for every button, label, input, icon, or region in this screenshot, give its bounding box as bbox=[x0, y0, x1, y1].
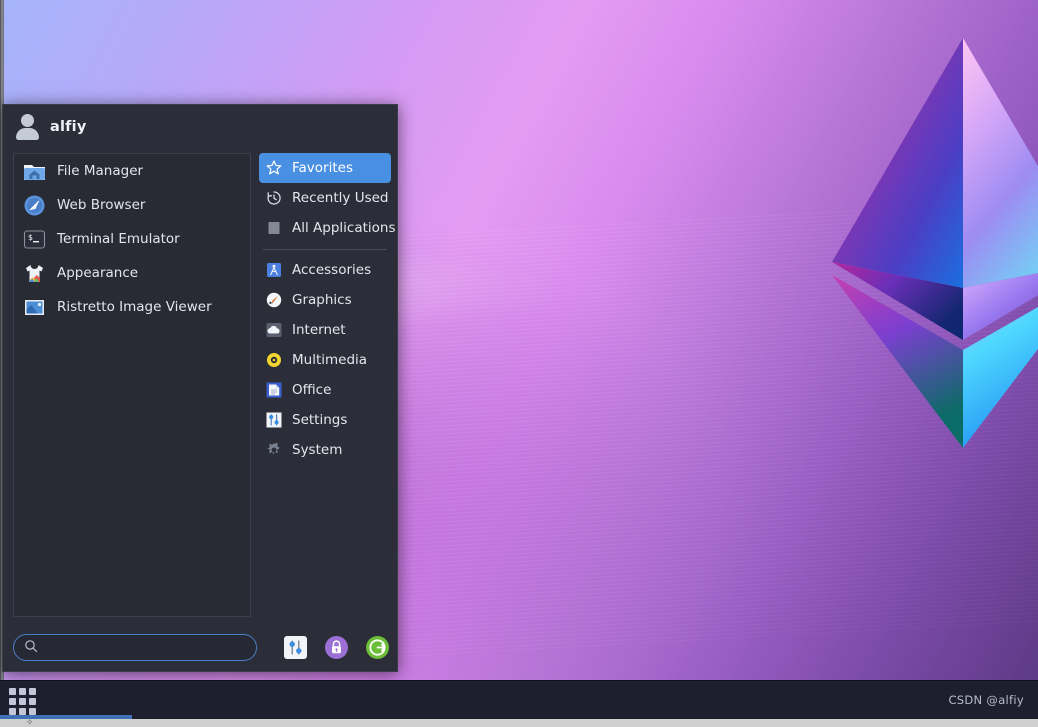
compass-browser-icon bbox=[22, 193, 47, 218]
log-out-button[interactable] bbox=[366, 635, 389, 659]
category-separator bbox=[263, 249, 387, 250]
menu-view-label: All Applications bbox=[292, 220, 396, 236]
user-avatar-icon bbox=[15, 114, 40, 140]
category-label: Office bbox=[292, 382, 332, 398]
cloud-internet-icon bbox=[265, 321, 283, 339]
tshirt-appearance-icon bbox=[22, 261, 47, 286]
list-lines-icon bbox=[265, 219, 283, 237]
clock-history-icon bbox=[265, 189, 283, 207]
taskbar-panel: CSDN @alfiy bbox=[0, 680, 1038, 719]
category-label: Graphics bbox=[292, 292, 352, 308]
menu-view-label: Recently Used bbox=[292, 190, 389, 206]
menu-view-favorites[interactable]: Favorites bbox=[259, 153, 391, 183]
lock-screen-button[interactable] bbox=[325, 635, 348, 659]
svg-text:$: $ bbox=[28, 233, 33, 242]
category-label: System bbox=[292, 442, 343, 458]
app-label: Appearance bbox=[57, 265, 139, 281]
disc-multimedia-icon bbox=[265, 351, 283, 369]
background-window-sliver[interactable] bbox=[0, 719, 1038, 727]
accessories-icon bbox=[265, 261, 283, 279]
app-grid-icon[interactable] bbox=[9, 687, 39, 715]
category-label: Settings bbox=[292, 412, 348, 428]
settings-manager-button[interactable] bbox=[284, 635, 307, 659]
app-item-file-manager[interactable]: File Manager bbox=[14, 154, 250, 188]
terminal-prompt-icon: $ bbox=[22, 227, 47, 252]
applications-menu-popup: alfiy File Manager Web Browser $ Termina… bbox=[2, 104, 398, 672]
menu-category-list: Favorites Recently Used All Applications… bbox=[259, 153, 396, 617]
menu-action-buttons bbox=[284, 635, 389, 659]
image-viewer-icon bbox=[22, 295, 47, 320]
gear-system-icon bbox=[265, 441, 283, 459]
app-item-terminal-emulator[interactable]: $ Terminal Emulator bbox=[14, 222, 250, 256]
category-accessories[interactable]: Accessories bbox=[259, 255, 391, 285]
menu-body: File Manager Web Browser $ Terminal Emul… bbox=[3, 149, 397, 625]
app-label: File Manager bbox=[57, 163, 144, 179]
category-label: Multimedia bbox=[292, 352, 368, 368]
graphics-palette-icon bbox=[265, 291, 283, 309]
sliders-settings-icon bbox=[265, 411, 283, 429]
category-multimedia[interactable]: Multimedia bbox=[259, 345, 391, 375]
background-window-icon: ✧ bbox=[26, 718, 34, 727]
menu-view-label: Favorites bbox=[292, 160, 353, 176]
category-label: Accessories bbox=[292, 262, 372, 278]
category-system[interactable]: System bbox=[259, 435, 391, 465]
search-input[interactable] bbox=[44, 636, 246, 658]
watermark-label: CSDN @alfiy bbox=[948, 693, 1024, 707]
menu-view-recently-used[interactable]: Recently Used bbox=[259, 183, 391, 213]
category-settings[interactable]: Settings bbox=[259, 405, 391, 435]
search-magnifier-icon bbox=[24, 638, 38, 657]
app-item-ristretto-image-viewer[interactable]: Ristretto Image Viewer bbox=[14, 290, 250, 324]
menu-user-header: alfiy bbox=[3, 105, 397, 149]
category-internet[interactable]: Internet bbox=[259, 315, 391, 345]
category-graphics[interactable]: Graphics bbox=[259, 285, 391, 315]
favorite-applications-list[interactable]: File Manager Web Browser $ Terminal Emul… bbox=[13, 153, 251, 617]
desktop-screen: alfiy File Manager Web Browser $ Termina… bbox=[0, 0, 1038, 727]
app-label: Web Browser bbox=[57, 197, 146, 213]
app-item-web-browser[interactable]: Web Browser bbox=[14, 188, 250, 222]
menu-footer bbox=[3, 625, 397, 671]
app-label: Ristretto Image Viewer bbox=[57, 299, 212, 315]
app-label: Terminal Emulator bbox=[57, 231, 180, 247]
app-item-appearance[interactable]: Appearance bbox=[14, 256, 250, 290]
search-box[interactable] bbox=[13, 633, 257, 661]
user-name-label: alfiy bbox=[50, 119, 87, 135]
folder-home-icon bbox=[22, 159, 47, 184]
category-label: Internet bbox=[292, 322, 346, 338]
ethereum-logo-graphic bbox=[832, 38, 1038, 448]
star-icon bbox=[265, 159, 283, 177]
menu-view-all-applications[interactable]: All Applications bbox=[259, 213, 396, 243]
category-office[interactable]: Office bbox=[259, 375, 391, 405]
document-office-icon bbox=[265, 381, 283, 399]
